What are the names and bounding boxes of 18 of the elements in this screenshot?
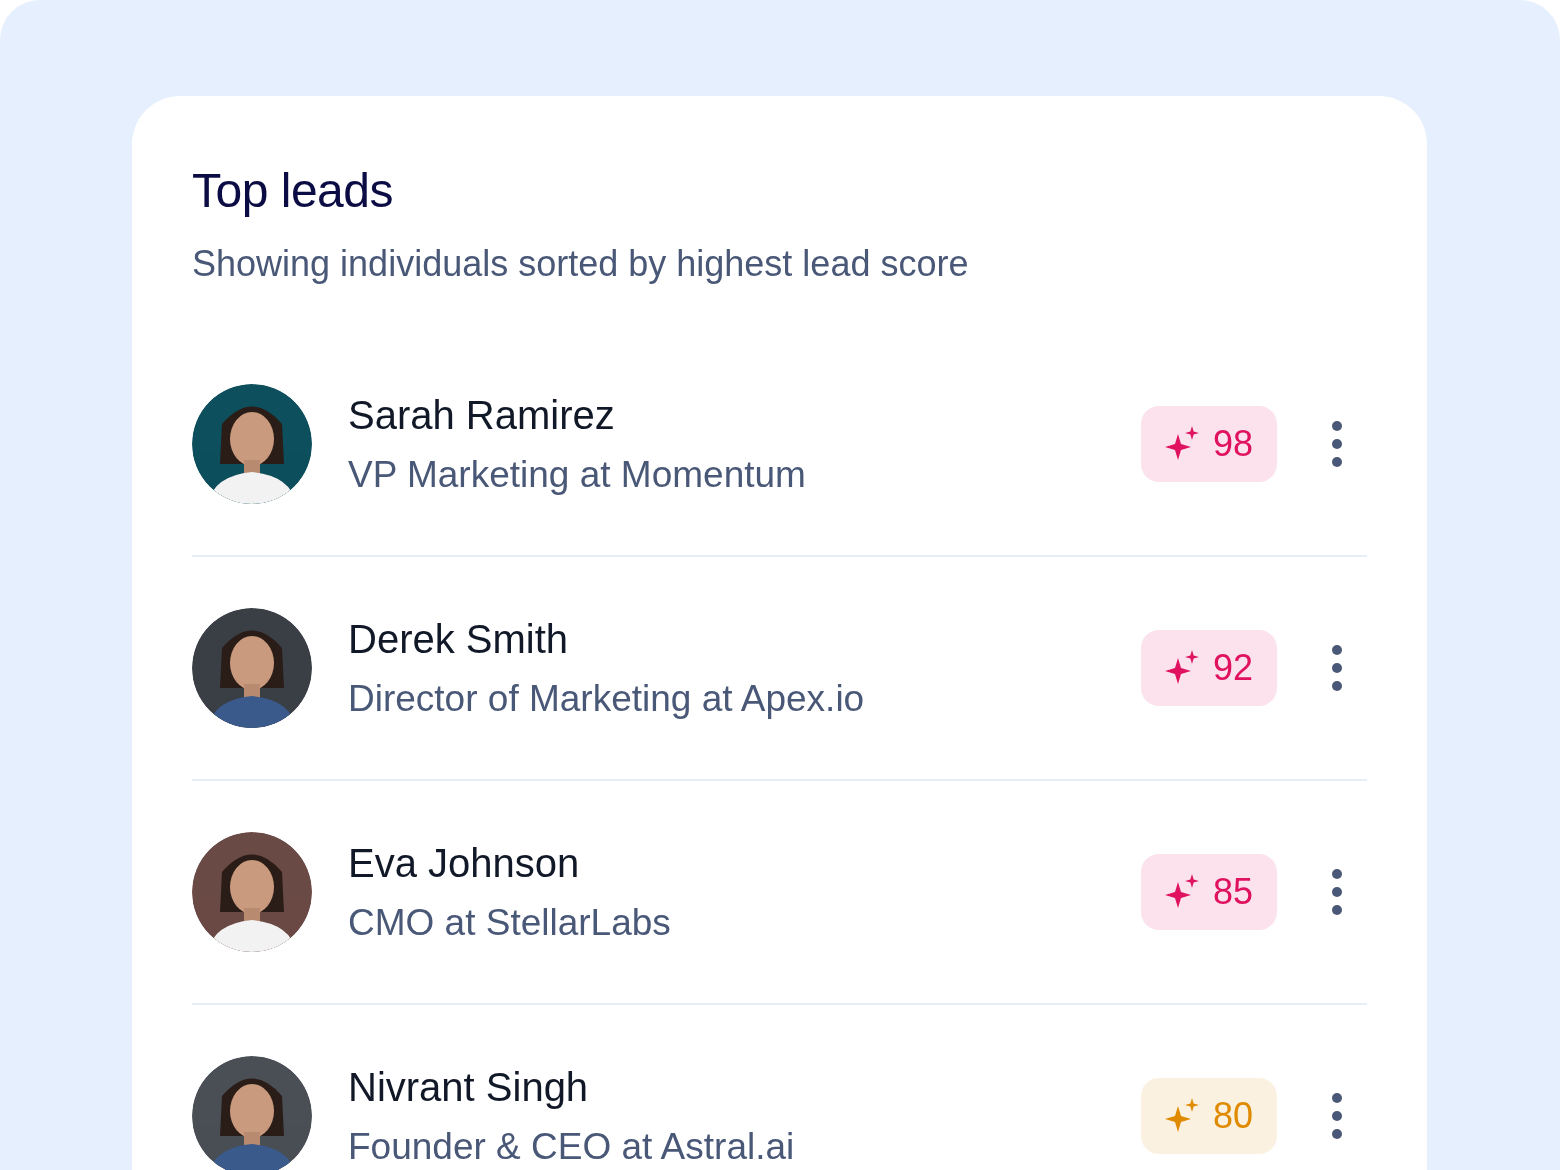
lead-role: Director of Marketing at Apex.io bbox=[348, 676, 866, 721]
more-options-icon bbox=[1331, 643, 1343, 692]
score-value: 80 bbox=[1212, 1093, 1253, 1138]
lead-name: Eva Johnson bbox=[348, 839, 581, 887]
more-options-icon bbox=[1331, 419, 1343, 468]
more-options-icon bbox=[1331, 1091, 1343, 1140]
card-title: Top leads bbox=[192, 163, 394, 219]
score-value: 85 bbox=[1212, 869, 1253, 914]
card-subtitle: Showing individuals sorted by highest lead score bbox=[192, 241, 970, 285]
lead-name: Sarah Ramirez bbox=[348, 391, 616, 439]
more-options-icon bbox=[1331, 867, 1343, 916]
score-value: 98 bbox=[1212, 421, 1253, 466]
score-value: 92 bbox=[1212, 645, 1253, 690]
lead-role: Founder & CEO at Astral.ai bbox=[348, 1124, 796, 1169]
lead-name: Nivrant Singh bbox=[348, 1063, 590, 1111]
lead-role: CMO at StellarLabs bbox=[348, 900, 672, 945]
lead-name: Derek Smith bbox=[348, 615, 570, 663]
lead-role: VP Marketing at Momentum bbox=[348, 452, 807, 497]
